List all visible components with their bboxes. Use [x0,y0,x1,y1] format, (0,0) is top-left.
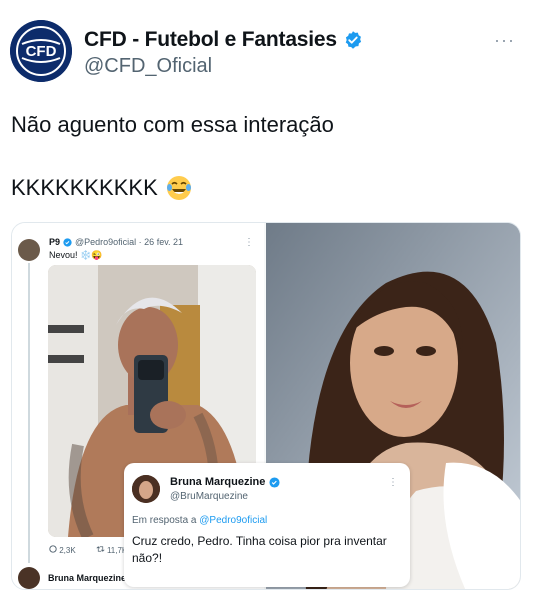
reply-card-handle[interactable]: @BruMarquezine [170,491,248,502]
reply-icon [49,545,57,553]
reply-card-name[interactable]: Bruna Marquezine [170,476,265,488]
reply-card[interactable]: Bruna Marquezine @BruMarquezine ⋮ Em res… [124,463,410,587]
bruna-avatar-illustration [132,475,160,503]
p9-header: P9 @Pedro9oficial · 26 fev. 21 [49,237,183,247]
retweet-count-row[interactable]: 11,7K [96,545,127,555]
retweet-icon [96,546,105,552]
p9-meta: @Pedro9oficial · 26 fev. 21 [75,237,184,247]
laughing-tears-emoji-icon [166,176,191,200]
reply-card-name-row: Bruna Marquezine [170,476,280,488]
p9-avatar [18,239,40,261]
more-options-icon[interactable]: ··· [494,30,515,51]
author-name-row[interactable]: CFD - Futebol e Fantasies [84,28,363,52]
verified-badge-icon [63,237,72,247]
thread-line [28,263,30,563]
p9-more-icon: ⋮ [244,237,254,248]
verified-badge-icon [269,476,280,488]
svg-text:CFD: CFD [26,43,57,60]
bruna-avatar[interactable] [132,475,160,503]
author-handle[interactable]: @CFD_Oficial [84,55,212,78]
cfd-logo-icon: CFD [10,20,72,82]
verified-badge-icon [345,31,361,49]
tweet: CFD CFD - Futebol e Fantasies @CFD_Ofici… [0,0,537,606]
profile-avatar[interactable]: CFD [10,20,72,82]
tweet-text-line-2: KKKKKKKKKK [11,175,158,200]
tweet-text-line-1: Não aguento com essa interação [11,112,334,137]
p9-stats: 2,3K 11,7K [49,545,127,555]
tweet-text-line-2-row: KKKKKKKKKK [11,175,192,201]
p9-name: P9 [49,237,61,247]
bruna-small-name: Bruna Marquezine [48,573,127,583]
tweet-media[interactable]: P9 @Pedro9oficial · 26 fev. 21 ⋮ Nevou! … [11,222,521,590]
p9-text: Nevou! ❄️😜 [49,250,103,260]
reply-card-more-icon[interactable]: ⋮ [388,477,398,488]
reply-to-line: Em resposta a @Pedro9oficial [132,515,267,526]
reply-count-row[interactable]: 2,3K [49,545,76,555]
reply-to-link[interactable]: @Pedro9oficial [199,515,267,526]
author-display-name[interactable]: CFD - Futebol e Fantasies [84,28,337,52]
reply-to-prefix: Em resposta a [132,515,197,526]
bruna-small-avatar [18,567,40,589]
reply-card-text: Cruz credo, Pedro. Tinha coisa pior pra … [132,534,387,565]
reply-count: 2,3K [59,546,76,555]
